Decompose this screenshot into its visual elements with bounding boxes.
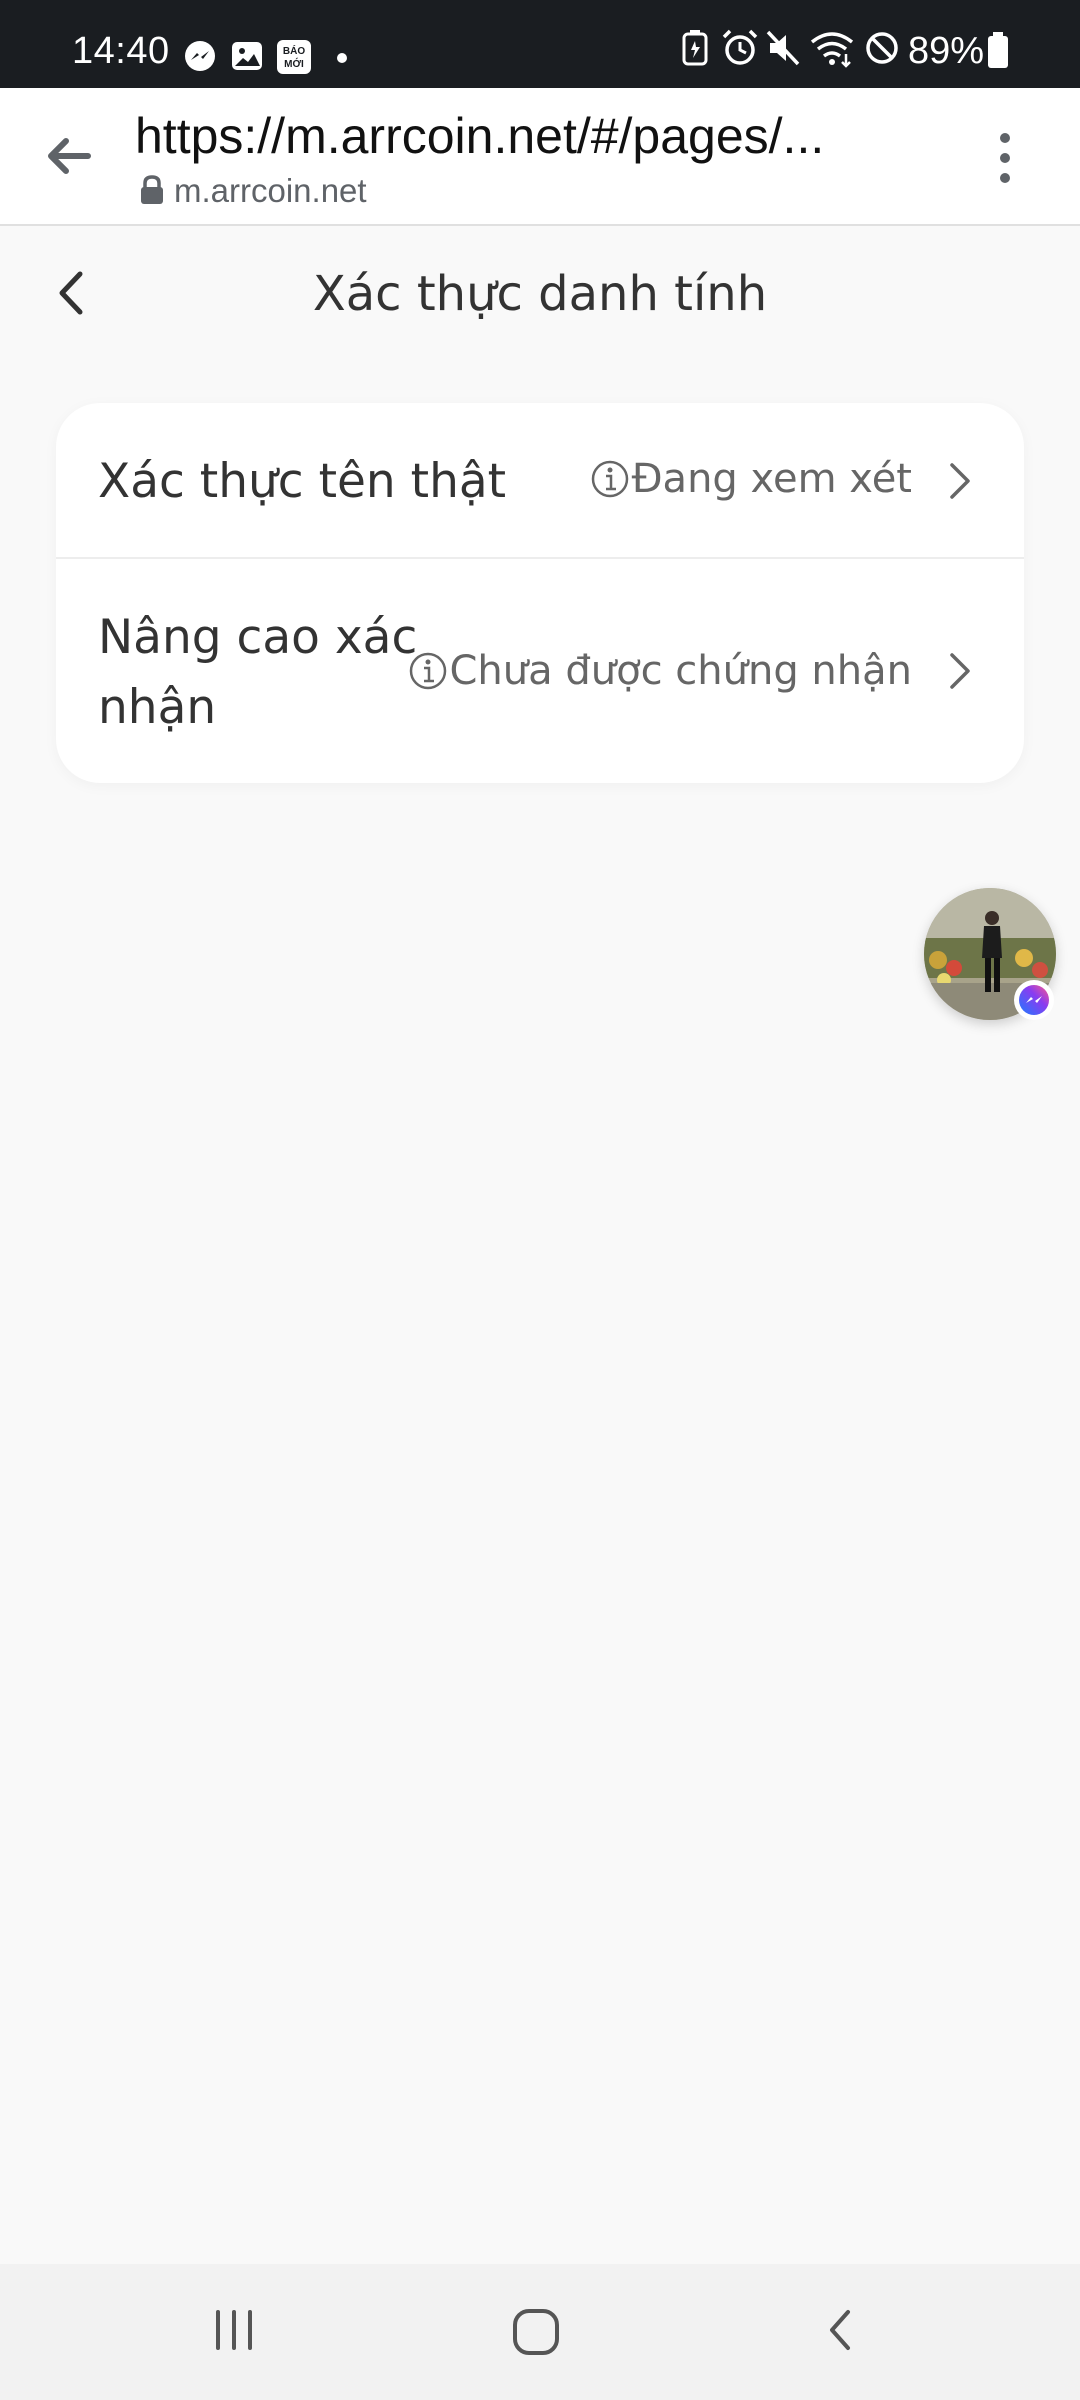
- browser-url-bar: https://m.arrcoin.net/#/pages/... m.arrc…: [0, 88, 1080, 226]
- status-text: Đang xem xét: [631, 456, 912, 502]
- battery-percent: 89%: [908, 30, 985, 72]
- url-text[interactable]: https://m.arrcoin.net/#/pages/...: [135, 106, 875, 166]
- advanced-verification-row[interactable]: Nâng cao xác nhận Chưa được chứng nhận: [56, 559, 1024, 783]
- browser-back-icon[interactable]: [42, 130, 94, 182]
- svg-text:MỚI: MỚI: [284, 57, 304, 70]
- real-name-verification-row[interactable]: Xác thực tên thật Đang xem xét: [56, 403, 1024, 559]
- wifi-icon: [810, 32, 854, 68]
- dnd-icon: [866, 32, 898, 64]
- home-icon[interactable]: [510, 2306, 562, 2358]
- page-header: Xác thực danh tính: [0, 226, 1080, 364]
- baomoi-icon: BÁO MỚI: [277, 40, 311, 74]
- row-status: Đang xem xét: [590, 449, 912, 509]
- chevron-right-icon: [950, 463, 970, 499]
- status-bar: 14:40 BÁO MỚI 89%: [0, 0, 1080, 88]
- info-icon: [591, 460, 628, 498]
- info-icon: [409, 652, 446, 690]
- lock-icon: [141, 175, 163, 204]
- browser-menu-icon[interactable]: [992, 130, 1018, 186]
- row-label: Nâng cao xác nhận: [98, 610, 418, 735]
- battery-icon: [988, 32, 1008, 68]
- row-label: Xác thực tên thật: [98, 454, 507, 509]
- system-nav-bar: [0, 2264, 1080, 2400]
- chevron-right-icon: [950, 653, 970, 689]
- gallery-icon: [232, 42, 262, 70]
- back-nav-icon[interactable]: [820, 2306, 860, 2354]
- page-title: Xác thực danh tính: [312, 266, 768, 322]
- alarm-icon: [722, 29, 758, 65]
- verification-card: Xác thực tên thật Đang xem xét Nâng cao …: [56, 403, 1024, 783]
- recent-apps-icon[interactable]: [210, 2306, 258, 2354]
- row-status: Chưa được chứng nhận: [408, 641, 913, 701]
- battery-saver-icon: [682, 30, 708, 66]
- dot-icon: [337, 53, 347, 63]
- messenger-icon: [185, 41, 215, 71]
- messenger-badge-icon: [1019, 985, 1049, 1015]
- status-text: Chưa được chứng nhận: [449, 648, 913, 694]
- url-domain: m.arrcoin.net: [174, 172, 367, 209]
- svg-text:BÁO: BÁO: [283, 44, 305, 57]
- messenger-badge: [1014, 980, 1054, 1020]
- status-time: 14:40: [72, 30, 170, 72]
- mute-icon: [766, 30, 800, 66]
